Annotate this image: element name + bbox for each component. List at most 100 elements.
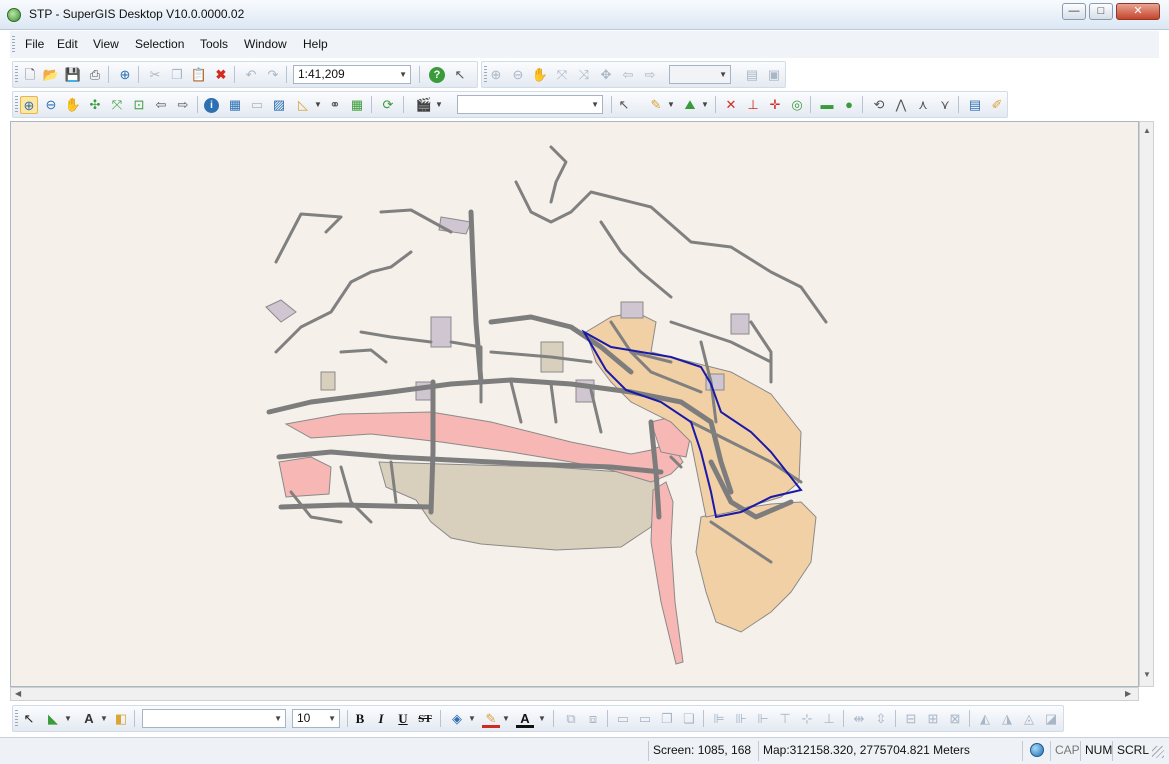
chevron-down-icon[interactable]: ▼ — [701, 96, 709, 114]
buffer-icon[interactable]: ⋎ — [936, 96, 954, 114]
rotate-left-icon[interactable]: ◭ — [976, 710, 994, 728]
menu-edit[interactable]: Edit — [57, 37, 78, 51]
help-icon[interactable]: ? — [429, 67, 445, 83]
toolbar-grip[interactable] — [15, 710, 18, 727]
flip-horizontal-icon[interactable]: ◬ — [1020, 710, 1038, 728]
menu-view[interactable]: View — [93, 37, 119, 51]
cut-icon[interactable]: ✂ — [146, 66, 164, 84]
select-element-icon[interactable]: ↖ — [20, 710, 38, 728]
align-right-icon[interactable]: ⊩ — [754, 710, 772, 728]
select-graphics-icon[interactable]: ▭ — [248, 96, 266, 114]
undo-icon[interactable]: ↶ — [242, 66, 260, 84]
align-bottom-icon[interactable]: ⊥ — [820, 710, 838, 728]
ungroup-icon[interactable]: ⧈ — [584, 710, 602, 728]
split-icon[interactable]: ✕ — [722, 96, 740, 114]
map-scale-combo[interactable]: 1:41,209 ▼ — [293, 65, 411, 84]
line-color-icon[interactable]: ✎ — [482, 710, 500, 728]
distribute-horizontal-icon[interactable]: ⇹ — [850, 710, 868, 728]
refresh-icon[interactable]: ⟳ — [379, 96, 397, 114]
bold-button[interactable]: B — [351, 710, 369, 728]
scroll-left-icon[interactable]: ◀ — [15, 689, 21, 698]
horizontal-scrollbar[interactable]: ◀ ▶ — [10, 687, 1139, 701]
edit-pointer-icon[interactable]: ↖ — [615, 96, 633, 114]
rectangle-shape-icon[interactable]: ▬ — [818, 96, 836, 114]
hyperlink-icon[interactable]: ⚭ — [326, 96, 344, 114]
zoom-in-icon[interactable]: ⊕ — [20, 96, 38, 114]
layout-pan-icon[interactable]: ✋ — [531, 66, 549, 84]
chevron-down-icon[interactable]: ▼ — [274, 710, 282, 727]
close-button[interactable]: ✕ — [1116, 3, 1160, 20]
chevron-down-icon[interactable]: ▼ — [502, 710, 510, 728]
italic-button[interactable]: I — [372, 710, 390, 728]
intersection-icon[interactable]: ✛ — [766, 96, 784, 114]
menu-file[interactable]: File — [25, 37, 44, 51]
scroll-up-icon[interactable]: ▲ — [1143, 126, 1151, 135]
align-left-icon[interactable]: ⊫ — [710, 710, 728, 728]
paste-icon[interactable]: 📋 — [190, 66, 208, 84]
chevron-down-icon[interactable]: ▼ — [314, 96, 322, 114]
perpendicular-icon[interactable]: ⊥ — [744, 96, 762, 114]
toolbar-grip[interactable] — [15, 96, 18, 113]
save-icon[interactable]: 💾 — [64, 66, 82, 84]
layout-back-icon[interactable]: ⇦ — [619, 66, 637, 84]
bring-to-front-icon[interactable]: ▭ — [614, 710, 632, 728]
fill-color-icon[interactable]: ◈ — [448, 710, 466, 728]
sketch-pencil-icon[interactable]: ✎ — [647, 96, 665, 114]
align-center-icon[interactable]: ⊪ — [732, 710, 750, 728]
layout-full-extent-icon[interactable]: ⤧ — [553, 66, 571, 84]
menu-grip[interactable] — [12, 36, 15, 54]
print-icon[interactable]: ⎙ — [86, 66, 104, 84]
edit-properties-icon[interactable]: ✐ — [988, 96, 1006, 114]
menu-tools[interactable]: Tools — [200, 37, 228, 51]
full-extent-icon[interactable]: ✣ — [86, 96, 104, 114]
text-tool-icon[interactable]: A — [80, 710, 98, 728]
layout-forward-icon[interactable]: ⇨ — [641, 66, 659, 84]
copy-icon[interactable]: ❐ — [168, 66, 186, 84]
resize-grip[interactable] — [1152, 746, 1164, 758]
vertical-scrollbar[interactable]: ▲ ▼ — [1139, 121, 1154, 687]
layout-zoom-out-icon[interactable]: ⊖ — [509, 66, 527, 84]
circle-shape-icon[interactable]: ● — [840, 96, 858, 114]
identify-icon[interactable]: i — [204, 98, 219, 113]
clapperboard-icon[interactable]: 🎬 — [415, 96, 433, 114]
find-icon[interactable]: ▦ — [226, 96, 244, 114]
distribute-vertical-icon[interactable]: ⇳ — [872, 710, 890, 728]
union-icon[interactable]: ⋀ — [892, 96, 910, 114]
pan-icon[interactable]: ✋ — [64, 96, 82, 114]
menu-help[interactable]: Help — [303, 37, 328, 51]
chevron-down-icon[interactable]: ▼ — [538, 710, 546, 728]
map-canvas[interactable] — [10, 121, 1139, 687]
layout-zoom-in-icon[interactable]: ⊕ — [487, 66, 505, 84]
attributes-icon[interactable]: ▤ — [966, 96, 984, 114]
new-document-icon[interactable]: 🗋 — [21, 66, 39, 84]
chevron-down-icon[interactable]: ▼ — [399, 66, 407, 83]
send-backward-icon[interactable]: ❏ — [680, 710, 698, 728]
target-layer-combo[interactable]: ▼ — [457, 95, 603, 114]
layout-fixed-zoom-icon[interactable]: ⤨ — [575, 66, 593, 84]
layout-zoom-combo[interactable]: ▼ — [669, 65, 731, 84]
whats-this-icon[interactable]: ↖ — [451, 66, 469, 84]
open-folder-icon[interactable]: 📂 — [42, 66, 60, 84]
same-width-icon[interactable]: ⊟ — [902, 710, 920, 728]
chevron-down-icon[interactable]: ▼ — [591, 96, 599, 113]
zoom-to-layer-icon[interactable]: ⊡ — [130, 96, 148, 114]
font-size-combo[interactable]: 10 ▼ — [292, 709, 340, 728]
layout-view-icon[interactable]: ▣ — [765, 66, 783, 84]
align-top-icon[interactable]: ⊤ — [776, 710, 794, 728]
merge-icon[interactable]: ⋏ — [914, 96, 932, 114]
forward-icon[interactable]: ⇨ — [174, 96, 192, 114]
font-color-icon[interactable]: A — [516, 710, 534, 728]
sketch-tool-icon[interactable]: ⛰ — [681, 96, 699, 114]
underline-button[interactable]: U — [394, 710, 412, 728]
chevron-down-icon[interactable]: ▼ — [328, 710, 336, 727]
menu-selection[interactable]: Selection — [135, 37, 184, 51]
chevron-down-icon[interactable]: ▼ — [100, 710, 108, 728]
toolbar-grip[interactable] — [15, 66, 18, 83]
send-to-back-icon[interactable]: ▭ — [636, 710, 654, 728]
chevron-down-icon[interactable]: ▼ — [667, 96, 675, 114]
zoom-out-icon[interactable]: ⊖ — [42, 96, 60, 114]
rotate-right-icon[interactable]: ◮ — [998, 710, 1016, 728]
bring-forward-icon[interactable]: ❐ — [658, 710, 676, 728]
delete-icon[interactable]: ✖ — [212, 66, 230, 84]
fixed-zoom-icon[interactable]: ⤧ — [108, 96, 126, 114]
